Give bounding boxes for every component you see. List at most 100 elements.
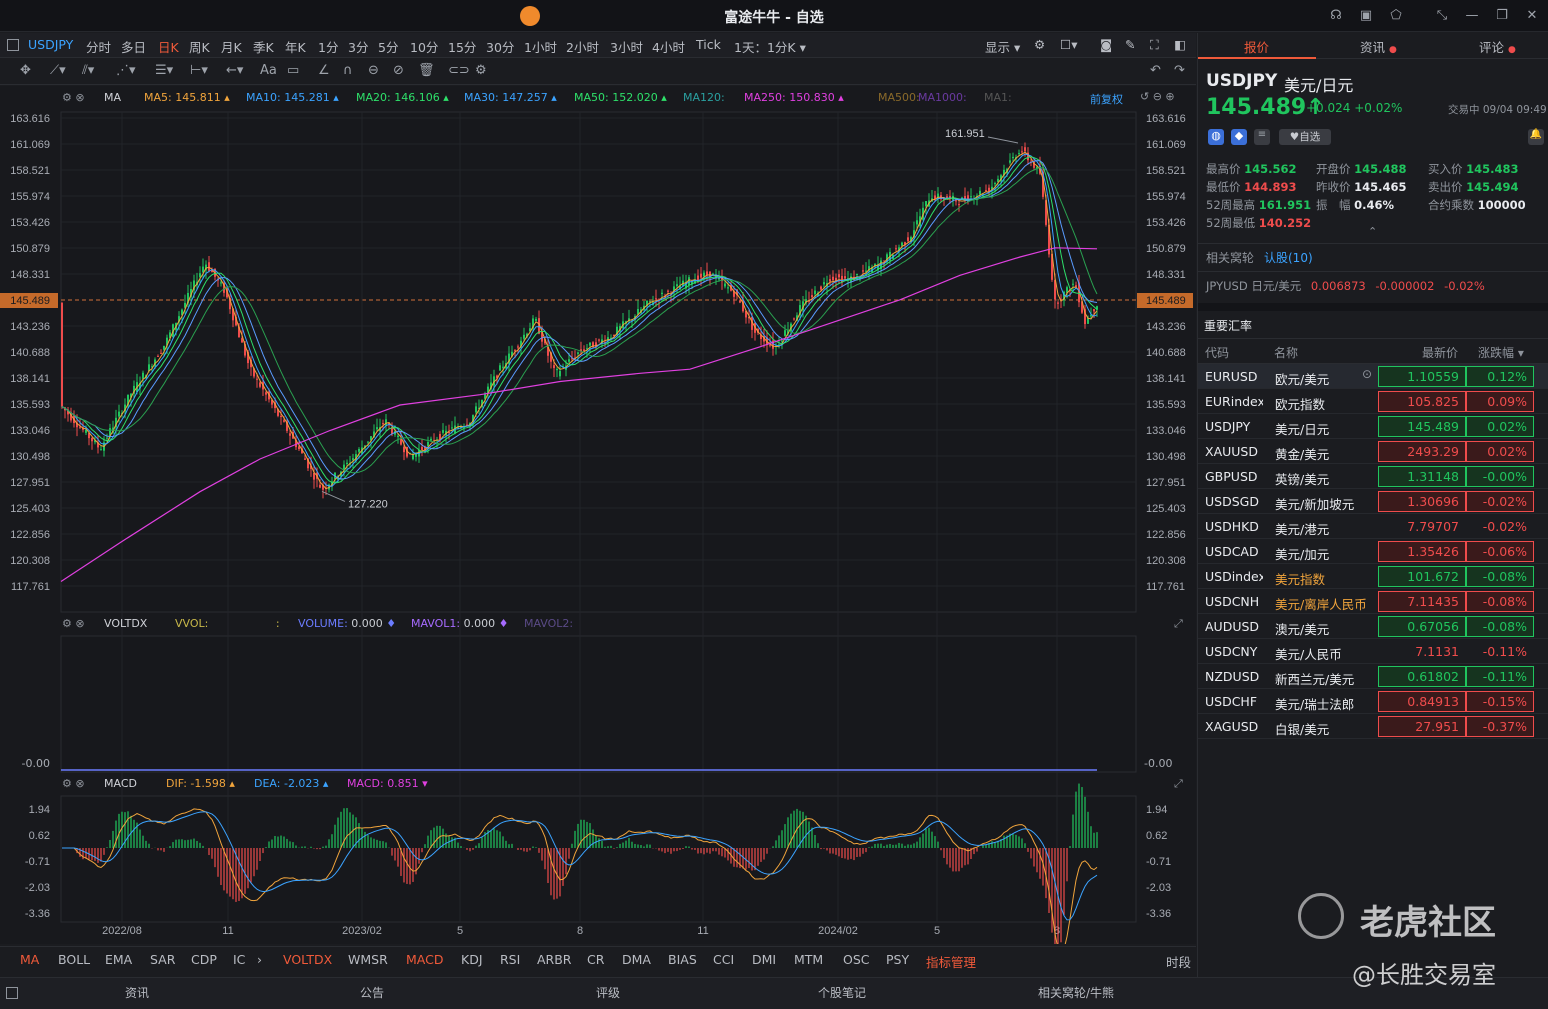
headset-icon[interactable]: ☊ [1328,8,1344,24]
crosshair-icon[interactable]: ✥ [20,63,31,78]
status-warrants[interactable]: 相关窝轮/牛熊 [1038,984,1114,1001]
hide-icon[interactable]: ⊘ [393,63,404,78]
indicator-tab-12[interactable]: CR [587,952,604,967]
fx-row[interactable]: USDindex 美元指数 101.672 -0.08% [1198,564,1548,589]
tab-news[interactable]: 资讯 ● [1360,37,1397,56]
minimize-icon[interactable]: — [1464,8,1480,24]
timeframe-11[interactable]: 15分 [448,37,476,56]
restore-icon[interactable]: ❐ [1494,8,1510,24]
indicator-settings-icon[interactable]: ⚙ ⊗ [62,91,85,104]
indicator-tab-5[interactable]: IC [233,952,245,967]
fx-row[interactable]: USDJPY 美元/日元 145.489 0.02% [1198,414,1548,439]
ma-legend-9[interactable]: MA1: [984,91,1012,104]
indicator-tab-1[interactable]: BOLL [58,952,90,967]
tool-settings-icon[interactable]: ⚙ [475,63,487,78]
status-news[interactable]: 资讯 [125,984,149,1001]
period-label[interactable]: 时段 [1166,952,1191,971]
note-icon[interactable]: ≡ [1254,129,1270,145]
link-icon[interactable]: ⊂⊃ [448,63,470,78]
timeframe-12[interactable]: 30分 [486,37,514,56]
fx-row[interactable]: USDCAD 美元/加元 1.35426 -0.06% [1198,539,1548,564]
comment-tool-icon[interactable]: ▭ [287,63,299,78]
indicator-tab-9[interactable]: KDJ [461,952,483,967]
timeframe-0[interactable]: 分时 [86,37,111,56]
indicator-tab-4[interactable]: CDP [191,952,217,967]
chart-area[interactable]: 163.616 163.616 161.069 161.069 158.521 158.5… [0,86,1196,944]
timeframe-3[interactable]: 周K [189,37,210,56]
ma-legend-0[interactable]: MA5: 145.811 ▴ [144,91,230,104]
fx-row[interactable]: USDCNH 美元/离岸人民币 7.11435 -0.08% [1198,589,1548,614]
status-notes[interactable]: 个股笔记 [818,984,866,1001]
timeframe-9[interactable]: 5分 [378,37,398,56]
zoom-controls[interactable]: ↺ ⊖ ⊕ [1140,90,1175,103]
vol-settings-icon[interactable]: ⚙ ⊗ [62,617,85,630]
ma-legend-7[interactable]: MA500: [878,91,920,104]
status-rating[interactable]: 评级 [596,984,620,1001]
timeframe-2[interactable]: 日K [158,37,179,56]
indicator-tab-10[interactable]: RSI [500,952,520,967]
timeframe-17[interactable]: Tick [696,37,721,52]
adjust-label[interactable]: 前复权 [1090,91,1123,107]
lock-icon[interactable]: ⊖ [368,63,379,78]
macd-settings-icon[interactable]: ⚙ ⊗ [62,777,85,790]
redo-icon[interactable]: ↷ [1174,63,1185,78]
timeframe-13[interactable]: 1小时 [524,37,557,56]
fx-row[interactable]: EURUSD 欧元/美元 1.10559 0.12% ⊙ [1198,364,1548,389]
fx-row[interactable]: USDHKD 美元/港元 7.79707 -0.02% [1198,514,1548,539]
header-code[interactable]: 代码 [1205,344,1229,361]
collapse-icon[interactable]: ⤡ [1434,8,1450,24]
arrow-tool-icon[interactable]: ←▾ [226,63,243,78]
eraser-icon[interactable]: ∠ [318,63,330,78]
indicator-tab-17[interactable]: MTM [794,952,823,967]
ma-legend-8[interactable]: MA1000: [918,91,967,104]
shirt-icon[interactable]: ⬠ [1388,8,1404,24]
indicator-tab-15[interactable]: CCI [713,952,734,967]
indicator-tab-19[interactable]: PSY [886,952,909,967]
timeframe-7[interactable]: 1分 [318,37,338,56]
channel-tool-icon[interactable]: ⫽▾ [82,63,94,78]
macd-indicator-name[interactable]: MACD [104,777,137,790]
indicator-tab-0[interactable]: MA [20,952,39,967]
timeframe-10[interactable]: 10分 [410,37,438,56]
expand-vol-icon[interactable]: ⤢ [1174,617,1183,631]
timeframe-4[interactable]: 月K [221,37,242,56]
row-target-icon[interactable]: ⊙ [1362,367,1372,381]
timeframe-1[interactable]: 多日 [121,37,146,56]
warrant-link[interactable]: 认股(10) [1264,249,1313,266]
fib-tool-icon[interactable]: ☰▾ [155,63,173,78]
tab-comments[interactable]: 评论 ● [1479,37,1516,56]
magnet-icon[interactable]: ∩ [343,63,353,78]
alert-bell-icon[interactable]: 🔔 [1528,129,1544,145]
indicator-tab-13[interactable]: DMA [622,952,651,967]
watchlist-button[interactable]: ♥自选 [1279,129,1331,145]
ma-legend-3[interactable]: MA30: 147.257 ▴ [464,91,557,104]
header-name[interactable]: 名称 [1274,344,1298,361]
header-change[interactable]: 涨跌幅 ▾ [1478,344,1524,361]
ma-legend-5[interactable]: MA120: [683,91,725,104]
trash-icon[interactable]: 🗑 [418,63,435,78]
ma-legend-4[interactable]: MA50: 152.020 ▴ [574,91,667,104]
ma-legend-1[interactable]: MA10: 145.281 ▴ [246,91,339,104]
status-announce[interactable]: 公告 [360,984,384,1001]
text-tool-icon[interactable]: Aa [260,63,277,78]
close-icon[interactable]: ✕ [1524,8,1540,24]
line-tool-icon[interactable]: ⟋▾ [50,63,66,78]
fx-row[interactable]: GBPUSD 英镑/美元 1.31148 -0.00% [1198,464,1548,489]
fullscreen-icon[interactable]: ⛶ [1150,37,1159,53]
timeframe-6[interactable]: 年K [285,37,306,56]
indicator-tab-3[interactable]: SAR [150,952,175,967]
timeframe-14[interactable]: 2小时 [566,37,599,56]
undo-icon[interactable]: ↶ [1150,63,1161,78]
camera-icon[interactable]: ◙ [1100,37,1112,52]
bag-icon[interactable]: ▣ [1358,8,1374,24]
indicator-tab-14[interactable]: BIAS [668,952,697,967]
fx-row[interactable]: XAUUSD 黄金/美元 2493.29 0.02% [1198,439,1548,464]
main-indicator-name[interactable]: MA [104,91,121,104]
expand-macd-icon[interactable]: ⤢ [1174,777,1183,791]
tag-icon[interactable]: ◆ [1231,129,1247,145]
timeframe-15[interactable]: 3小时 [610,37,643,56]
indicator-tab-18[interactable]: OSC [843,952,870,967]
draw-icon[interactable]: ✎ [1125,37,1135,52]
measure-tool-icon[interactable]: ⊢▾ [190,63,208,78]
fx-row[interactable]: USDCNY 美元/人民币 7.1131 -0.11% [1198,639,1548,664]
